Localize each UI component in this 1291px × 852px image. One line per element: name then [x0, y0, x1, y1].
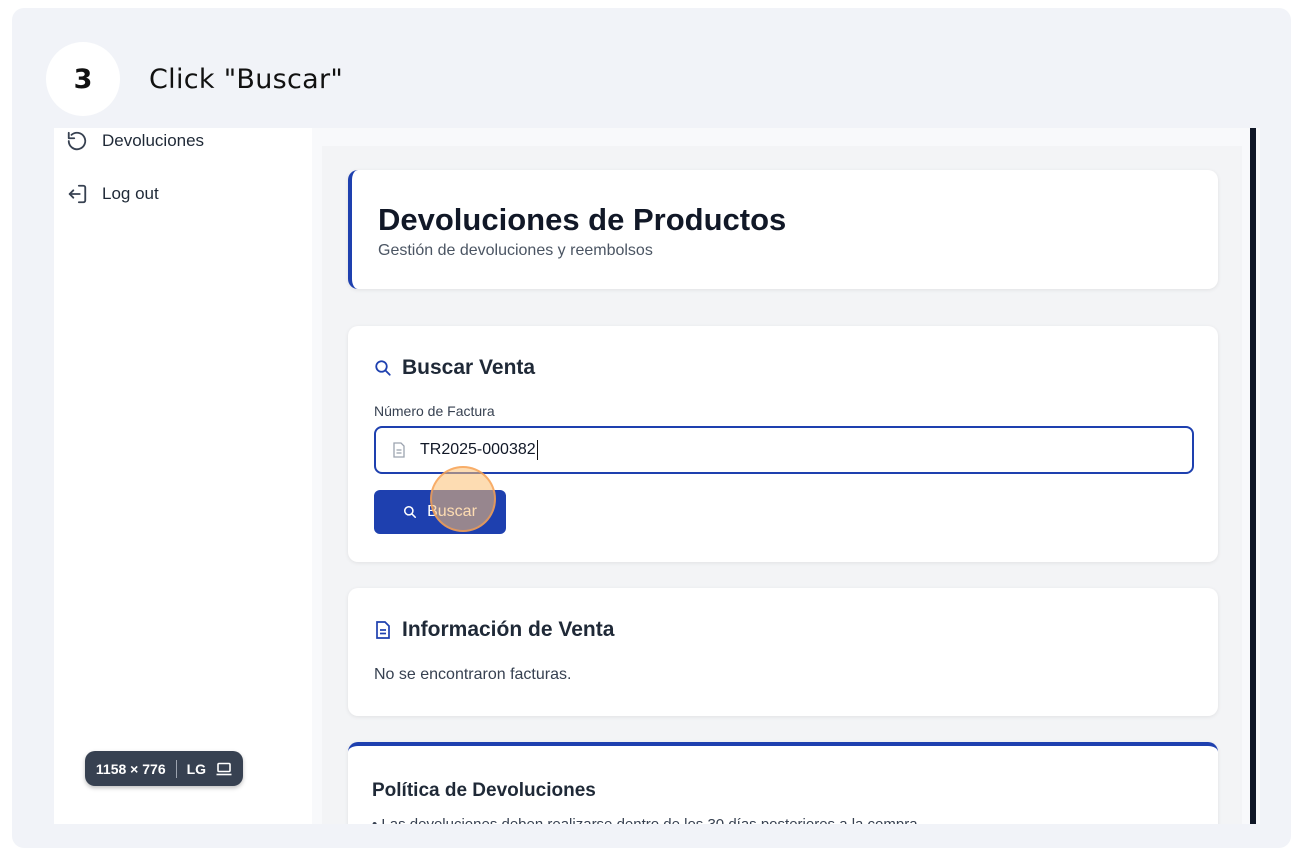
empty-state-message: No se encontraron facturas.	[374, 666, 572, 683]
viewport-breakpoint: LG	[186, 760, 207, 777]
sale-info-card: Información de Venta No se encontraron f…	[348, 588, 1218, 716]
main-content: Devoluciones de Productos Gestión de dev…	[322, 146, 1242, 824]
badge-divider	[175, 759, 177, 778]
step-number-badge: 3	[46, 42, 120, 116]
sidebar-item-label: Log out	[102, 184, 159, 203]
search-section-label: Buscar Venta	[402, 356, 536, 379]
app-screenshot: Devoluciones Log out 1158 × 776 LG Devol…	[54, 128, 1260, 824]
search-button-label: Buscar	[427, 503, 477, 520]
step-instruction: Click "Buscar"	[149, 64, 344, 95]
page-subtitle: Gestión de devoluciones y reembolsos	[378, 242, 653, 259]
invoice-field-label: Número de Factura	[374, 403, 495, 419]
page-title: Devoluciones de Productos	[378, 202, 787, 237]
page-scrollbar[interactable]	[1250, 128, 1256, 824]
sale-info-label: Información de Venta	[402, 618, 615, 641]
search-icon	[375, 360, 391, 376]
laptop-icon	[216, 762, 232, 775]
viewport-size: 1158 × 776	[95, 760, 166, 777]
sale-info-title: Información de Venta	[374, 618, 614, 642]
sidebar-item-devoluciones[interactable]: Devoluciones	[66, 130, 204, 152]
sidebar: Devoluciones Log out 1158 × 776 LG	[54, 128, 312, 824]
invoice-input-value: TR2025-000382	[420, 440, 538, 460]
file-text-icon	[376, 621, 390, 639]
tutorial-frame: 3 Click "Buscar" Devoluciones Log out 11…	[12, 8, 1291, 848]
search-icon	[404, 505, 417, 519]
rotate-ccw-icon	[67, 131, 87, 151]
invoice-number-input[interactable]: TR2025-000382	[374, 426, 1194, 474]
search-section-title: Buscar Venta	[374, 356, 535, 380]
document-icon	[393, 442, 405, 458]
page-header-card: Devoluciones de Productos Gestión de dev…	[348, 170, 1218, 289]
search-button[interactable]: Buscar	[374, 490, 506, 534]
policy-first-line: • Las devoluciones deben realizarse dent…	[372, 816, 922, 824]
log-out-icon	[68, 184, 87, 204]
invoice-value-text: TR2025-000382	[420, 441, 536, 459]
policy-title: Política de Devoluciones	[372, 780, 596, 801]
return-policy-card: Política de Devoluciones • Las devolucio…	[348, 742, 1218, 824]
sidebar-item-label: Devoluciones	[102, 131, 205, 150]
sidebar-item-logout[interactable]: Log out	[66, 183, 159, 205]
search-sale-card: Buscar Venta Número de Factura TR2025-00…	[348, 326, 1218, 562]
text-caret	[536, 440, 538, 460]
viewport-size-badge: 1158 × 776 LG	[85, 751, 243, 786]
